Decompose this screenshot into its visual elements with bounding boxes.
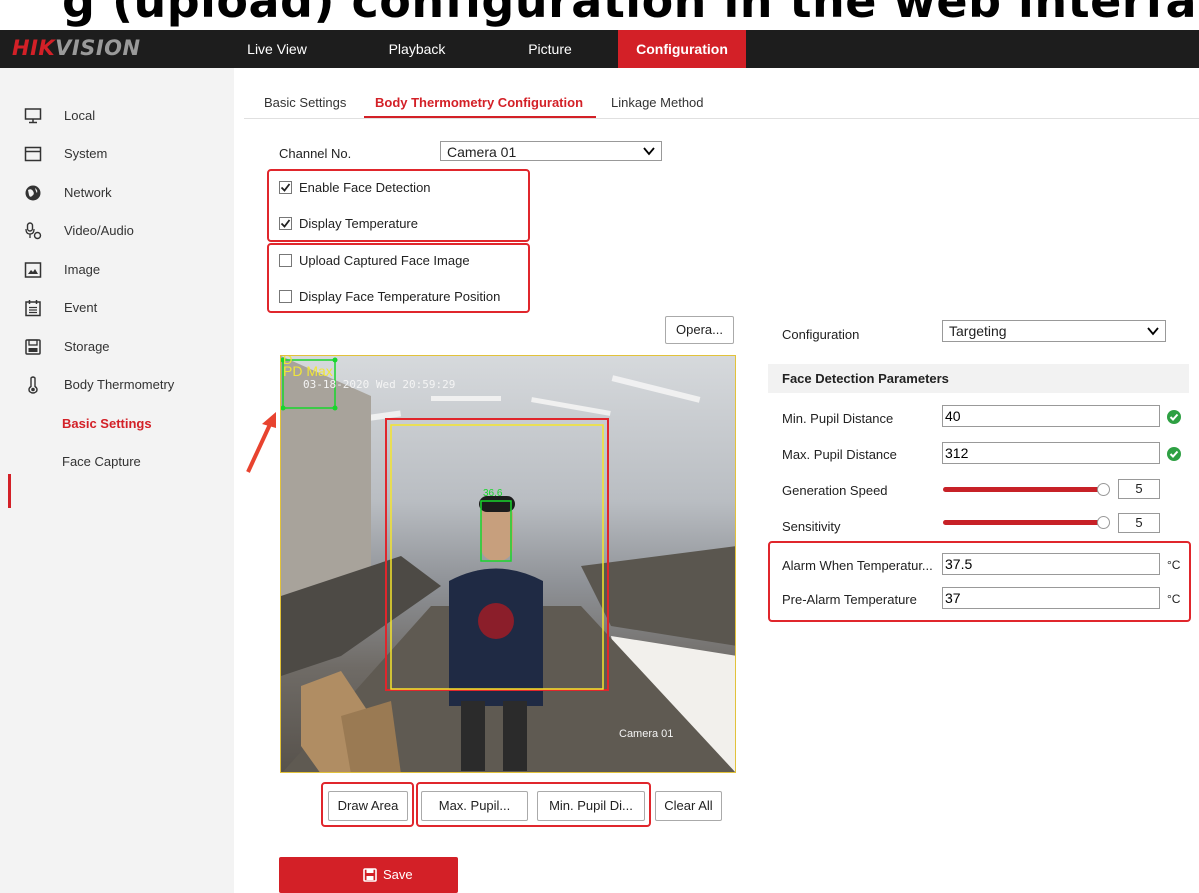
sidebar-item-local[interactable]: Local <box>0 97 234 135</box>
logo-text-red: HIK <box>12 36 56 60</box>
osd-camera-name: Camera 01 <box>619 728 674 740</box>
generation-speed-slider-handle[interactable] <box>1097 483 1110 496</box>
max-pupil-distance-label: Max. Pupil Distance <box>782 447 897 462</box>
configuration-select-value: Targeting <box>949 323 1007 339</box>
logo-text-gray: VISION <box>55 36 141 60</box>
alarm-temperature-unit: °C <box>1167 558 1181 572</box>
configuration-select[interactable]: Targeting <box>942 320 1166 342</box>
nav-tab-configuration[interactable]: Configuration <box>618 30 746 68</box>
alarm-temperature-label: Alarm When Temperatur... <box>782 558 933 573</box>
sensitivity-value[interactable]: 5 <box>1118 513 1160 533</box>
image-icon <box>24 262 42 278</box>
sidebar-item-image[interactable]: Image <box>0 251 234 289</box>
save-icon <box>363 868 377 882</box>
channel-select[interactable]: Camera 01 <box>440 141 662 161</box>
pre-alarm-temperature-unit: °C <box>1167 592 1181 606</box>
enable-face-detection-checkbox[interactable] <box>279 181 292 194</box>
sidebar-subitem-label: Face Capture <box>62 454 141 469</box>
tab-basic-settings[interactable]: Basic Settings <box>264 95 346 110</box>
min-pupil-distance-button[interactable]: Min. Pupil Di... <box>537 791 645 821</box>
sidebar-item-storage[interactable]: Storage <box>0 328 234 366</box>
channel-label: Channel No. <box>279 146 352 161</box>
heading-text: g (upload) configuration in the web inte… <box>62 0 1199 28</box>
alarm-temperature-input[interactable] <box>942 553 1160 575</box>
save-button-label: Save <box>383 867 413 882</box>
sidebar-item-label: Video/Audio <box>64 223 134 238</box>
max-pupil-distance-input[interactable] <box>942 442 1160 464</box>
globe-icon <box>25 185 41 201</box>
nav-tab-live-view[interactable]: Live View <box>232 30 322 68</box>
generation-speed-value[interactable]: 5 <box>1118 479 1160 499</box>
sidebar-item-video-audio[interactable]: Video/Audio <box>0 212 234 250</box>
microphone-icon <box>25 222 42 240</box>
face-detection-parameters-title: Face Detection Parameters <box>782 371 949 386</box>
sidebar-item-event[interactable]: Event <box>0 289 234 327</box>
enable-face-detection-label: Enable Face Detection <box>299 180 431 195</box>
sidebar-item-label: Storage <box>64 339 110 354</box>
chevron-down-icon <box>643 147 655 156</box>
max-pupil-distance-button[interactable]: Max. Pupil... <box>421 791 528 821</box>
generation-speed-slider-track[interactable] <box>943 487 1103 492</box>
osd-timestamp: 03-18-2020 Wed 20:59:29 <box>303 378 456 391</box>
active-tab-underline <box>364 116 596 118</box>
tab-divider <box>244 118 1199 119</box>
top-nav: HIKVISION Live View Playback Picture Con… <box>0 30 1199 68</box>
valid-check-icon <box>1167 447 1181 461</box>
sidebar-item-label: Local <box>64 108 96 123</box>
sidebar-item-label: Network <box>64 185 112 200</box>
sidebar-item-label: Body Thermometry <box>64 377 175 392</box>
osd-pd-max: PD Max <box>283 363 333 379</box>
thermometer-icon <box>28 376 38 394</box>
window-icon <box>24 146 42 162</box>
clear-all-button[interactable]: Clear All <box>655 791 722 821</box>
sensitivity-slider-handle[interactable] <box>1097 516 1110 529</box>
sensitivity-label: Sensitivity <box>782 519 841 534</box>
disk-icon <box>25 339 41 355</box>
sensitivity-slider-track[interactable] <box>943 520 1103 525</box>
check-icon <box>280 219 291 228</box>
sidebar-item-system[interactable]: System <box>0 135 234 173</box>
calendar-icon <box>25 300 41 317</box>
tab-body-thermometry-configuration[interactable]: Body Thermometry Configuration <box>375 95 583 110</box>
upload-captured-face-image-checkbox[interactable] <box>279 254 292 267</box>
video-scene <box>281 356 735 772</box>
min-pupil-distance-input[interactable] <box>942 405 1160 427</box>
sidebar-subitem-label: Basic Settings <box>62 416 152 431</box>
live-video-preview[interactable]: 03-18-2020 Wed 20:59:29 D PD Max 36.6 Ca… <box>280 355 736 773</box>
configuration-label: Configuration <box>782 327 860 342</box>
brand-logo: HIKVISION <box>12 36 141 60</box>
nav-tab-picture[interactable]: Picture <box>505 30 595 68</box>
monitor-icon <box>24 108 42 124</box>
sidebar-item-network[interactable]: Network <box>0 174 234 212</box>
annotation-arrow <box>246 412 276 473</box>
sidebar: Local System Network Video/Audio Image E… <box>0 68 234 893</box>
sidebar-item-body-thermometry[interactable]: Body Thermometry <box>0 366 234 404</box>
upload-captured-face-image-label: Upload Captured Face Image <box>299 253 470 268</box>
osd-face-temperature: 36.6 <box>483 488 503 499</box>
display-temperature-checkbox[interactable] <box>279 217 292 230</box>
sidebar-item-label: Event <box>64 300 98 315</box>
nav-tab-playback[interactable]: Playback <box>372 30 462 68</box>
valid-check-icon <box>1167 410 1181 424</box>
check-icon <box>280 183 291 192</box>
chevron-down-icon <box>1147 327 1159 336</box>
save-button[interactable]: Save <box>279 857 458 893</box>
pre-alarm-temperature-input[interactable] <box>942 587 1160 609</box>
sidebar-item-label: System <box>64 146 108 161</box>
generation-speed-label: Generation Speed <box>782 483 888 498</box>
tab-linkage-method[interactable]: Linkage Method <box>611 95 704 110</box>
sidebar-item-label: Image <box>64 262 101 277</box>
page-heading: g (upload) configuration in the web inte… <box>0 0 1199 30</box>
display-face-temperature-position-checkbox[interactable] <box>279 290 292 303</box>
min-pupil-distance-label: Min. Pupil Distance <box>782 411 894 426</box>
pre-alarm-temperature-label: Pre-Alarm Temperature <box>782 592 917 607</box>
sidebar-subitem-basic-settings[interactable]: Basic Settings <box>0 405 234 443</box>
display-temperature-label: Display Temperature <box>299 216 418 231</box>
channel-select-value: Camera 01 <box>447 144 517 160</box>
operation-button[interactable]: Opera... <box>665 316 734 344</box>
display-face-temperature-position-label: Display Face Temperature Position <box>299 289 501 304</box>
draw-area-button[interactable]: Draw Area <box>328 791 408 821</box>
sidebar-subitem-face-capture[interactable]: Face Capture <box>0 443 234 481</box>
